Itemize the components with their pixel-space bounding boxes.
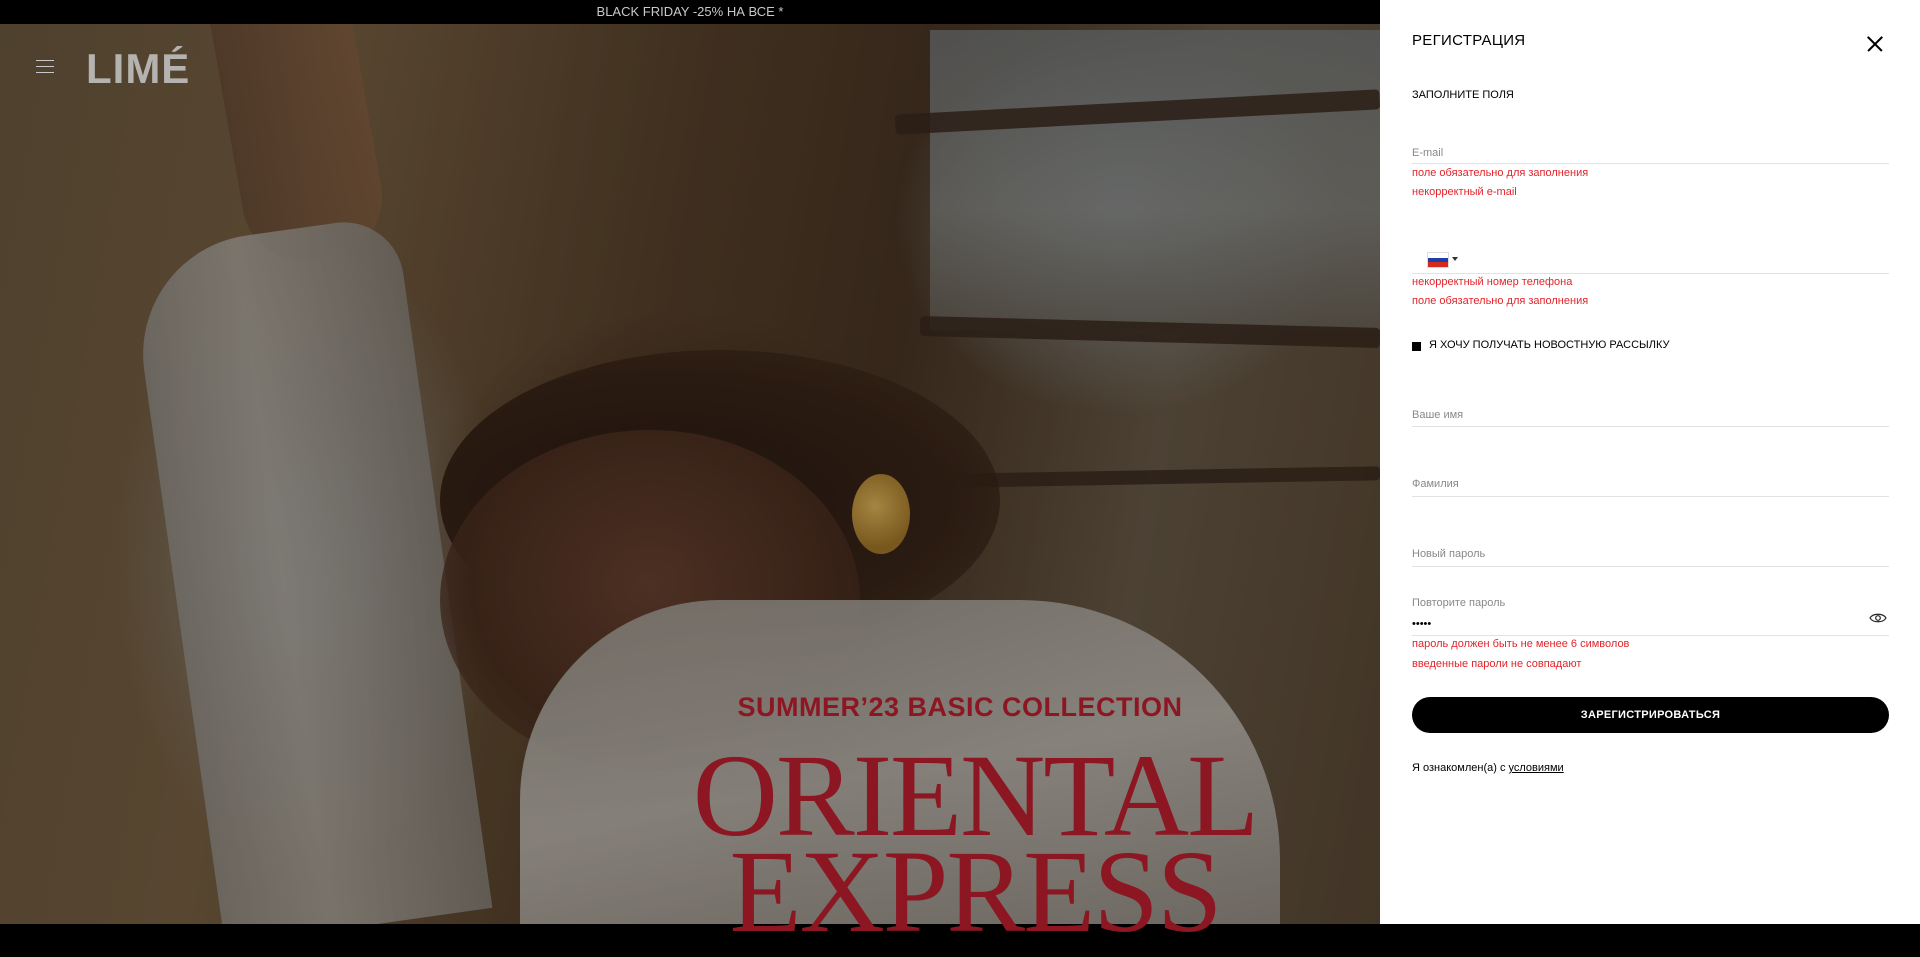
new-password-input[interactable] xyxy=(1412,548,1889,560)
chevron-down-icon[interactable] xyxy=(1452,257,1458,261)
terms-prefix: Я ознакомлен(а) с xyxy=(1412,762,1509,774)
repeat-password-field[interactable]: Повторите пароль xyxy=(1412,597,1889,636)
repeat-password-input[interactable] xyxy=(1412,618,1889,630)
terms-text: Я ознакомлен(а) с условиями xyxy=(1412,762,1564,774)
email-input[interactable] xyxy=(1412,147,1889,159)
newsletter-label[interactable]: Я ХОЧУ ПОЛУЧАТЬ НОВОСТНУЮ РАССЫЛКУ xyxy=(1429,339,1670,351)
promo-text[interactable]: BLACK FRIDAY -25% НА ВСЕ * xyxy=(0,0,1380,24)
eye-icon[interactable] xyxy=(1869,612,1887,624)
register-button[interactable]: ЗАРЕГИСТРИРОВАТЬСЯ xyxy=(1412,697,1889,733)
campaign-subtitle: SUMMER’23 BASIC COLLECTION xyxy=(737,692,1183,722)
close-icon[interactable] xyxy=(1866,35,1884,53)
terms-link[interactable]: условиями xyxy=(1509,762,1564,774)
last-name-input[interactable] xyxy=(1412,478,1889,490)
last-name-field[interactable] xyxy=(1412,474,1889,497)
russia-flag-icon[interactable] xyxy=(1427,252,1449,268)
campaign-title: ORIENTAL EXPRESS xyxy=(650,737,1300,957)
password-error-length: пароль должен быть не менее 6 символов xyxy=(1412,638,1630,650)
phone-field[interactable] xyxy=(1412,250,1889,274)
repeat-password-label: Повторите пароль xyxy=(1412,597,1506,609)
phone-error-required: поле обязательно для заполнения xyxy=(1412,295,1589,307)
registration-panel: РЕГИСТРАЦИЯ ЗАПОЛНИТЕ ПОЛЯ поле обязател… xyxy=(1380,0,1920,924)
first-name-input[interactable] xyxy=(1412,409,1889,421)
hamburger-menu-icon[interactable] xyxy=(36,58,54,74)
newsletter-checkbox[interactable] xyxy=(1412,342,1421,351)
campaign-title-line-2: EXPRESS xyxy=(729,826,1223,957)
phone-input[interactable] xyxy=(1472,253,1872,265)
email-error-invalid: некорректный e-mail xyxy=(1412,186,1517,198)
password-error-mismatch: введенные пароли не совпадают xyxy=(1412,658,1582,670)
new-password-field[interactable] xyxy=(1412,544,1889,567)
email-field[interactable] xyxy=(1412,143,1889,164)
first-name-field[interactable] xyxy=(1412,405,1889,427)
logo[interactable]: LIMÉ xyxy=(86,48,190,90)
panel-title: РЕГИСТРАЦИЯ xyxy=(1412,32,1526,49)
phone-error-invalid: некорректный номер телефона xyxy=(1412,276,1573,288)
email-error-required: поле обязательно для заполнения xyxy=(1412,167,1589,179)
panel-subtitle: ЗАПОЛНИТЕ ПОЛЯ xyxy=(1412,89,1514,101)
